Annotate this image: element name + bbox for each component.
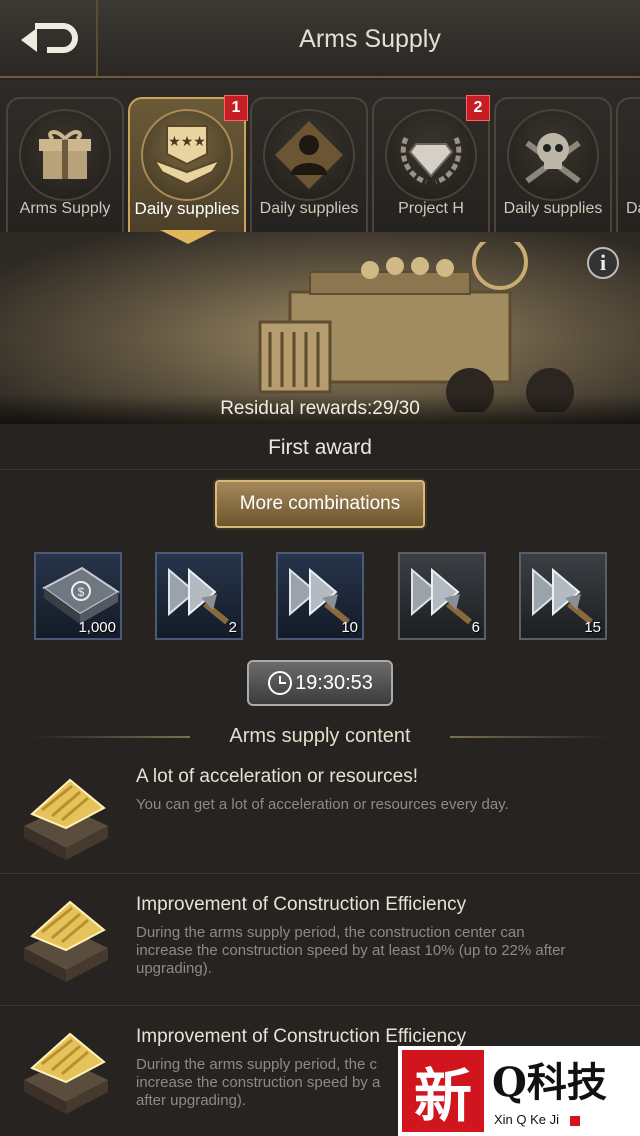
content-item: A lot of acceleration or resources! You … — [0, 756, 640, 874]
content-item-title: Improvement of Construction Efficiency — [136, 894, 467, 915]
svg-text:$: $ — [78, 585, 85, 599]
reward-item-speedup[interactable]: 10 — [276, 552, 364, 640]
reward-count: 15 — [584, 619, 601, 636]
soldier-bust-icon — [275, 121, 343, 189]
tab-label: Daily supplies — [503, 200, 603, 217]
tab-arms-supply[interactable]: Arms Supply — [6, 97, 124, 232]
construction-center-icon — [24, 900, 108, 982]
svg-text:★★★: ★★★ — [168, 133, 206, 149]
tab-project-h[interactable]: Project H 2 — [372, 95, 490, 232]
back-arrow-icon — [21, 23, 78, 53]
content-item-title: Improvement of Construction Efficiency — [136, 1026, 467, 1047]
countdown-timer: 19:30:53 — [247, 660, 393, 706]
content-item: Improvement of Construction Efficiency D… — [0, 874, 640, 1006]
watermark-char: 新 — [402, 1050, 484, 1132]
more-combinations-button[interactable]: More combinations — [215, 480, 425, 528]
reward-item-cash[interactable]: $ 1,000 — [34, 552, 122, 640]
reward-count: 10 — [341, 619, 358, 636]
tab-icon-frame: ★★★ — [141, 109, 233, 201]
active-tab-indicator — [160, 230, 216, 244]
reward-item-speedup[interactable]: 2 — [155, 552, 243, 640]
content-item-desc: You can get a lot of acceleration or res… — [136, 796, 509, 813]
reward-item-speedup[interactable]: 15 — [519, 552, 607, 640]
speedup-arrows-icon — [168, 567, 229, 624]
tab-icon-frame — [507, 109, 599, 201]
tab-icon-frame — [385, 109, 477, 201]
notification-badge: 1 — [224, 95, 248, 121]
tab-label: Da — [626, 200, 640, 217]
tab-strip: Arms Supply ★★★ Daily supplies 1 Daily s… — [0, 80, 640, 232]
section-title: Arms supply content — [229, 725, 411, 747]
content-item-title: A lot of acceleration or resources! — [136, 766, 418, 787]
construction-center-icon — [24, 1032, 108, 1114]
tab-daily-supplies-2[interactable]: Daily supplies — [250, 97, 368, 232]
header-bar: Arms Supply — [0, 0, 640, 78]
reward-count: 1,000 — [78, 619, 116, 636]
armored-truck-illustration — [258, 242, 574, 412]
tab-label: Daily supplies — [134, 199, 240, 218]
reward-item-speedup[interactable]: 6 — [398, 552, 486, 640]
tab-label: Arms Supply — [19, 200, 111, 217]
gift-box-icon — [39, 130, 91, 179]
reward-count: 6 — [471, 619, 480, 636]
timer-value: 19:30:53 — [295, 671, 373, 694]
info-button[interactable]: i — [587, 247, 619, 279]
cash-stack-icon: $ — [42, 566, 120, 624]
tab-icon-frame — [19, 109, 111, 201]
tab-partial[interactable]: Da — [616, 97, 640, 232]
watermark-sub: Xin Q Ke Ji — [494, 1112, 560, 1127]
skull-crossbones-icon — [525, 133, 581, 184]
tab-label: Daily supplies — [259, 200, 359, 217]
speedup-arrows-icon — [289, 567, 350, 624]
page-title: Arms Supply — [299, 24, 441, 53]
clock-icon — [268, 671, 293, 695]
residual-rewards: Residual rewards:29/30 — [0, 394, 640, 424]
construction-center-icon — [24, 778, 108, 860]
content-item-desc: During the arms supply period, the const… — [136, 924, 566, 977]
first-award-label: First award — [0, 426, 640, 470]
watermark-logo: 新 Q科技 Xin Q Ke Ji — [398, 1046, 640, 1136]
tab-label: Project H — [398, 200, 464, 217]
tab-daily-supplies-3[interactable]: Daily supplies — [494, 97, 612, 232]
diamond-laurel-icon — [400, 136, 462, 185]
supply-banner: i Residual rewards:29/30 — [0, 232, 640, 424]
back-button[interactable] — [0, 0, 98, 76]
reward-count: 2 — [228, 619, 237, 636]
watermark-brand: Q科技 — [492, 1059, 607, 1106]
tab-icon-frame — [263, 109, 355, 201]
reward-list: $ 1,000 2 10 6 15 — [0, 552, 640, 642]
rank-insignia-icon: ★★★ — [152, 125, 222, 186]
watermark-square — [570, 1116, 580, 1126]
notification-badge: 2 — [466, 95, 490, 121]
speedup-arrows-icon — [532, 567, 593, 624]
tab-daily-supplies-1[interactable]: ★★★ Daily supplies 1 — [128, 95, 248, 232]
speedup-arrows-icon — [411, 567, 472, 624]
